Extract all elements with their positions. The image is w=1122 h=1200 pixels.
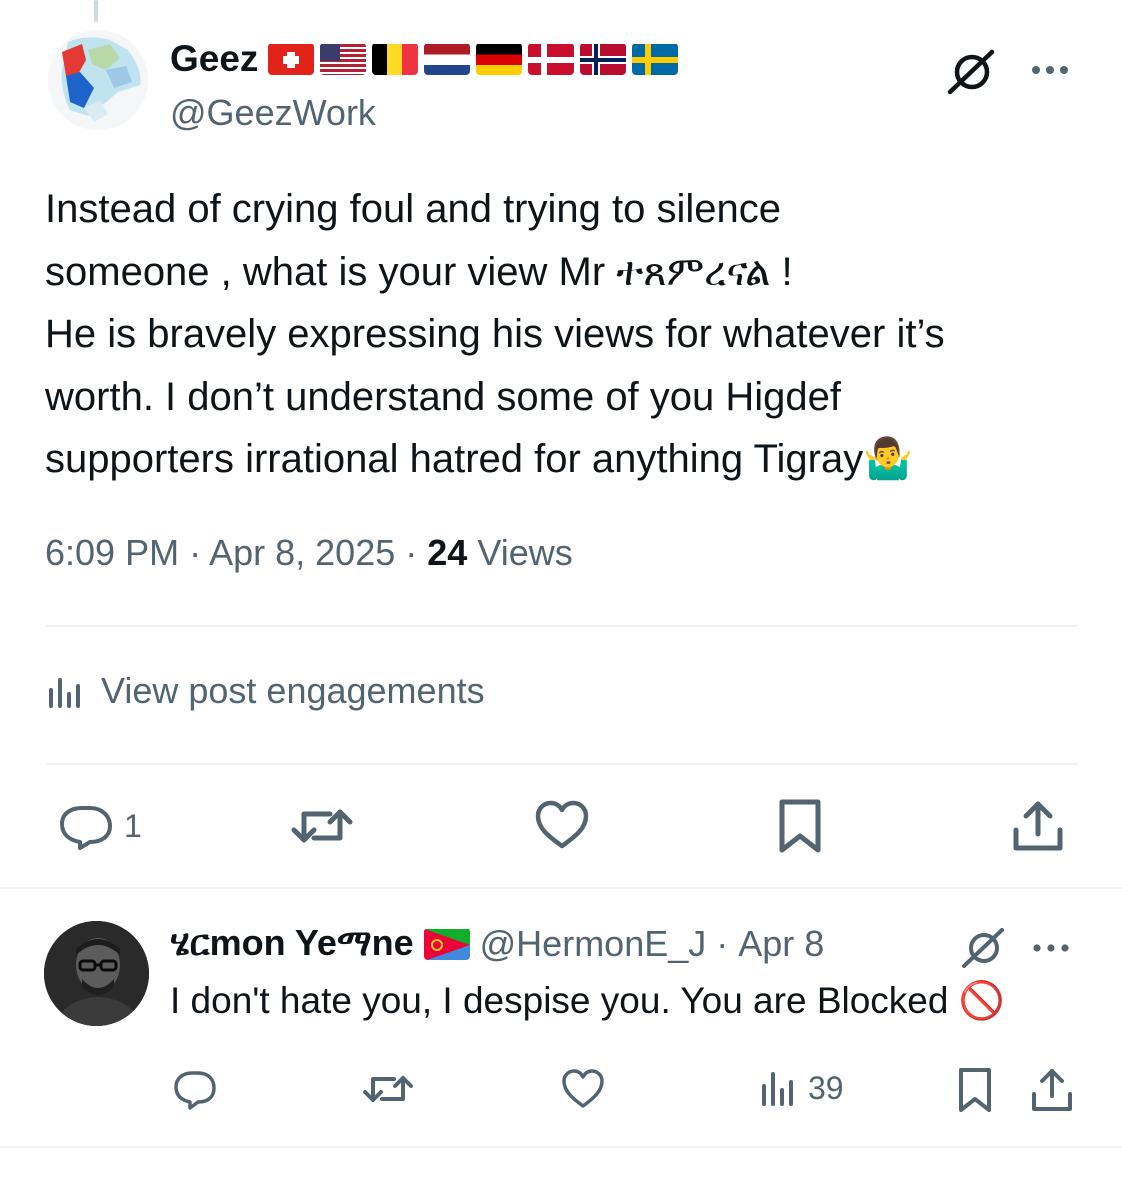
reply-like-button[interactable] — [560, 1068, 606, 1110]
author-avatar[interactable] — [48, 30, 148, 130]
grok-icon[interactable] — [946, 48, 998, 96]
divider — [0, 887, 1122, 889]
blocked-emoji: 🚫 — [958, 980, 1005, 1021]
share-icon — [1032, 1069, 1072, 1111]
reply-views-button[interactable]: 39 — [758, 1068, 844, 1108]
post-date[interactable]: Apr 8, 2025 — [209, 532, 395, 573]
engagements-label: View post engagements — [101, 670, 485, 711]
reply-text: I don't hate you, I despise you. You are… — [170, 980, 1005, 1023]
repost-icon — [363, 1076, 413, 1102]
reply-author-handle[interactable]: @HermonE_J — [480, 923, 707, 965]
post-text-line: He is bravely expressing his views for w… — [45, 312, 945, 356]
thread-connector-line — [94, 0, 98, 22]
reply-author-avatar[interactable] — [44, 921, 149, 1026]
post-text-line: worth. I don’t understand some of you Hi… — [45, 374, 842, 419]
repost-icon — [291, 809, 353, 843]
reply-icon — [174, 1071, 216, 1110]
norway-flag-icon — [580, 43, 627, 75]
views-label: Views — [477, 532, 573, 573]
reply-header: ሄርmon Yeማne @HermonE_J · Apr 8 — [170, 922, 824, 965]
views-count: 24 — [427, 532, 468, 573]
reply-date[interactable]: Apr 8 — [738, 923, 824, 965]
post-time[interactable]: 6:09 PM — [45, 532, 179, 573]
usa-flag-icon — [320, 43, 367, 75]
analytics-icon — [762, 1072, 793, 1106]
share-icon — [1013, 801, 1063, 851]
author-name: Geez — [170, 38, 259, 79]
shrug-emoji: 🤷‍♂️ — [863, 437, 914, 481]
reply-button[interactable]: 1 — [58, 802, 142, 850]
heart-icon — [562, 1069, 604, 1108]
reply-bookmark-button[interactable] — [956, 1066, 994, 1114]
netherlands-flag-icon — [424, 43, 471, 75]
sweden-flag-icon — [632, 43, 679, 75]
reply-grok-icon[interactable] — [960, 926, 1006, 970]
meta-separator: · — [189, 532, 202, 573]
meta-separator: · — [716, 922, 729, 964]
repost-button[interactable] — [290, 800, 354, 852]
belgium-flag-icon — [372, 43, 419, 75]
post-text-line: supporters irrational hatred for anythin… — [45, 428, 1085, 491]
post-text-line: Instead of crying foul and trying to sil… — [45, 187, 781, 231]
germany-flag-icon — [476, 43, 523, 75]
reply-icon — [60, 806, 112, 850]
reply-author-name[interactable]: ሄርmon Yeማne — [170, 922, 414, 965]
divider — [45, 625, 1077, 627]
flag-list — [268, 43, 679, 75]
denmark-flag-icon — [528, 43, 575, 75]
reply-count: 1 — [124, 807, 142, 844]
share-button[interactable] — [1012, 798, 1064, 854]
divider — [45, 763, 1077, 765]
post-meta: 6:09 PM · Apr 8, 2025 · 24 Views — [45, 532, 573, 574]
bookmark-icon — [959, 1068, 991, 1112]
more-options-icon[interactable] — [1024, 50, 1076, 90]
analytics-icon — [49, 678, 80, 708]
reply-repost-button[interactable] — [362, 1068, 414, 1110]
eritrea-flag-icon — [423, 928, 470, 960]
reply-reply-button[interactable] — [172, 1068, 218, 1110]
divider — [0, 1146, 1122, 1148]
portrait-avatar-image — [44, 921, 149, 1026]
author-display-name[interactable]: Geez — [170, 38, 679, 80]
author-handle[interactable]: @GeezWork — [170, 92, 376, 134]
reply-more-options-icon[interactable] — [1026, 928, 1076, 968]
reply-text-body: I don't hate you, I despise you. You are… — [170, 980, 949, 1021]
switzerland-flag-icon — [268, 43, 315, 75]
map-avatar-image — [48, 30, 148, 130]
view-engagements-link[interactable]: View post engagements — [45, 670, 485, 712]
heart-icon — [535, 800, 589, 849]
bookmark-icon — [779, 799, 821, 853]
bookmark-button[interactable] — [776, 798, 824, 854]
post-text: Instead of crying foul and trying to sil… — [45, 178, 1085, 491]
reply-share-button[interactable] — [1030, 1066, 1074, 1114]
post-text-line: someone , what is your view Mr ተጸምረናል ! — [45, 249, 793, 294]
like-button[interactable] — [534, 800, 590, 852]
reply-views-count: 39 — [808, 1069, 844, 1106]
meta-separator: · — [405, 532, 418, 573]
post-text-line-text: supporters irrational hatred for anythin… — [45, 437, 864, 481]
